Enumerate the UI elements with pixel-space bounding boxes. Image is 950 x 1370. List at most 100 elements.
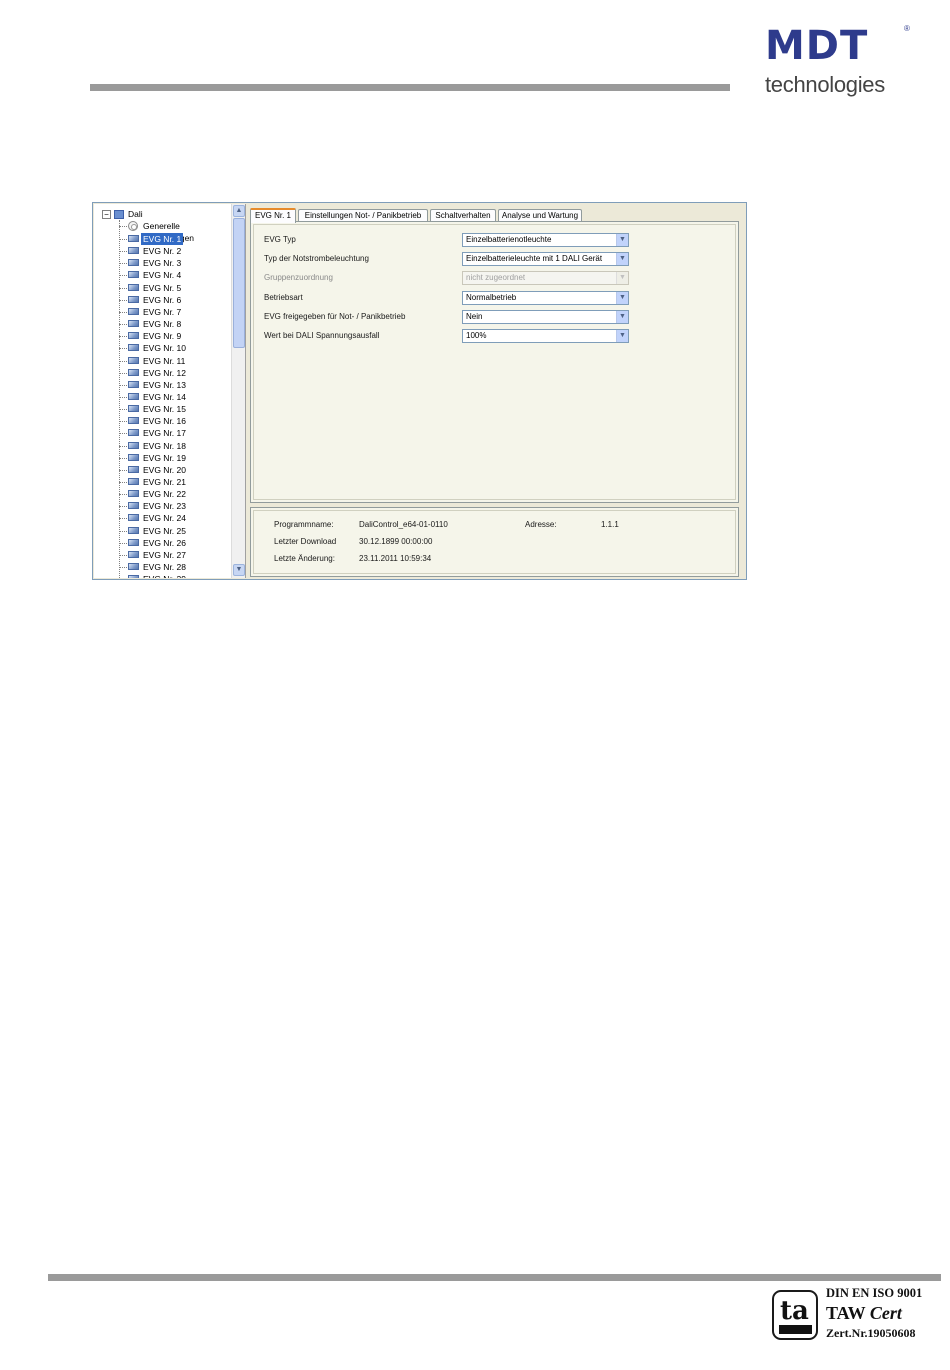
tree-item-evg[interactable]: EVG Nr. 7 [141, 306, 183, 318]
address-value: 1.1.1 [601, 520, 619, 529]
chevron-down-icon[interactable]: ▼ [616, 330, 628, 342]
tree-item-evg[interactable]: EVG Nr. 12 [141, 367, 188, 379]
tree-branch-line [119, 518, 127, 520]
footer-rule [48, 1274, 941, 1281]
tree-branch-line [119, 263, 127, 265]
logo-mark: MDT [765, 23, 869, 69]
tree-item-evg[interactable]: EVG Nr. 17 [141, 427, 188, 439]
tree-item-evg[interactable]: EVG Nr. 19 [141, 452, 188, 464]
tree-item-evg[interactable]: EVG Nr. 4 [141, 269, 183, 281]
tree-branch-line [119, 482, 127, 483]
evg-icon [128, 368, 139, 376]
param-select[interactable]: 100% ▼ [462, 329, 629, 343]
param-label: Typ der Notstrombeleuchtung [264, 254, 369, 264]
tree-item-evg[interactable]: EVG Nr. 21 [141, 476, 188, 488]
tree-item-evg[interactable]: EVG Nr. 29 [141, 573, 188, 578]
tree-item-evg[interactable]: EVG Nr. 1 [141, 233, 184, 245]
tree-item-evg[interactable]: EVG Nr. 25 [141, 525, 188, 537]
param-select[interactable]: Einzelbatterienotleuchte ▼ [462, 233, 629, 247]
param-select-value: Einzelbatterieleuchte mit 1 DALI Gerät [466, 254, 603, 264]
tree-scrollbar[interactable]: ▲ ▼ [231, 204, 245, 578]
logo-subtitle: technologies [765, 72, 885, 97]
tree-item-evg[interactable]: EVG Nr. 2 [141, 245, 183, 257]
tree-item-evg[interactable]: EVG Nr. 15 [141, 403, 188, 415]
evg-icon [128, 405, 139, 413]
chevron-down-icon[interactable]: ▼ [616, 310, 628, 323]
evg-icon [128, 538, 139, 546]
tree-branch-line [119, 542, 127, 544]
tree-item-evg[interactable]: EVG Nr. 24 [141, 512, 188, 524]
evg-icon [128, 332, 139, 340]
last-change-value: 23.11.2011 10:59:34 [359, 554, 432, 563]
tree-item-evg[interactable]: EVG Nr. 8 [141, 318, 183, 330]
evg-icon [128, 344, 139, 352]
tree-branch-line [119, 506, 127, 508]
tree-branch-line [119, 567, 127, 569]
tree-item-evg[interactable]: EVG Nr. 22 [141, 488, 188, 500]
program-name-label: Programmname: [274, 520, 334, 529]
address-label: Adresse: [525, 520, 557, 529]
param-label: EVG Typ [264, 235, 296, 244]
tree-branch-line [119, 421, 127, 423]
device-info-panel: Programmname: DaliControl_e64-01-0110 Ad… [250, 507, 739, 577]
tree-item-evg[interactable]: EVG Nr. 5 [141, 282, 183, 294]
param-select[interactable]: Normalbetrieb ▼ [462, 290, 629, 305]
param-select[interactable]: Nein ▼ [462, 309, 629, 324]
tree-item-evg[interactable]: EVG Nr. 28 [141, 561, 188, 573]
evg-icon [128, 271, 139, 279]
tree-item-evg[interactable]: EVG Nr. 20 [141, 464, 188, 476]
tree-branch-line [119, 311, 127, 313]
param-label: EVG freigegeben für Not- / Panikbetrieb [264, 311, 406, 321]
gear-icon [128, 221, 138, 231]
evg-icon [128, 247, 139, 255]
tree-root-dali[interactable]: Dali [128, 208, 143, 220]
tree-branch-line [119, 275, 127, 277]
tree-item-evg[interactable]: EVG Nr. 10 [141, 342, 188, 354]
cert-number: Zert.Nr.19050608 [826, 1326, 916, 1340]
tree-item-evg[interactable]: EVG Nr. 13 [141, 379, 188, 391]
evg-icon [128, 550, 139, 558]
tree-branch-line [119, 494, 127, 496]
dali-folder-icon [114, 210, 124, 219]
tree-item-evg[interactable]: EVG Nr. 14 [141, 391, 188, 403]
chevron-down-icon[interactable]: ▼ [616, 291, 628, 304]
evg-icon [128, 320, 139, 328]
tree-branch-line [119, 457, 127, 459]
tree-guide-line [119, 220, 120, 578]
tree-item-evg[interactable]: EVG Nr. 23 [141, 500, 188, 512]
tree-branch-line [119, 360, 127, 362]
tree-item-evg[interactable]: EVG Nr. 27 [141, 549, 188, 561]
cert-issuer-cert: Cert [869, 1303, 902, 1323]
param-select-value: 100% [466, 331, 487, 340]
tree-item-evg[interactable]: EVG Nr. 18 [141, 440, 188, 452]
param-select[interactable]: Einzelbatterieleuchte mit 1 DALI Gerät ▼ [462, 252, 629, 267]
scroll-up-icon[interactable]: ▲ [233, 205, 245, 217]
tree-item-evg[interactable]: EVG Nr. 16 [141, 415, 188, 427]
evg-icon [128, 526, 139, 534]
tree-branch-line [119, 226, 127, 227]
scroll-thumb[interactable] [233, 218, 245, 348]
evg-icon [128, 490, 139, 498]
param-select-value: Normalbetrieb [466, 292, 517, 302]
tree-item-evg[interactable]: EVG Nr. 9 [141, 330, 183, 342]
param-select-value: Einzelbatterienotleuchte [466, 235, 552, 244]
tree-item-evg[interactable]: EVG Nr. 6 [141, 294, 183, 306]
evg-icon [128, 502, 139, 510]
tree-item-evg[interactable]: EVG Nr. 3 [141, 257, 183, 269]
tree-item-evg[interactable]: EVG Nr. 26 [141, 537, 188, 549]
parameter-list: EVG Typ Einzelbatterienotleuchte ▼ Typ der … [253, 224, 736, 500]
evg-icon [128, 429, 139, 437]
ets-parameter-window: − Dali Generelle Einstellungen EVG Nr. 1… [92, 202, 747, 580]
tab-0[interactable]: EVG Nr. 1 [250, 208, 296, 223]
tree-branch-line [119, 372, 127, 374]
tree-branch-line [119, 324, 127, 326]
scroll-down-icon[interactable]: ▼ [233, 564, 245, 576]
collapse-icon[interactable]: − [102, 210, 111, 219]
tree-item-evg[interactable]: EVG Nr. 11 [141, 355, 187, 367]
chevron-down-icon[interactable]: ▼ [616, 253, 628, 266]
parameter-panel: EVG Typ Einzelbatterienotleuchte ▼ Typ der … [250, 221, 739, 503]
chevron-down-icon[interactable]: ▼ [616, 234, 628, 246]
tree-branch-line [119, 409, 127, 411]
tree-branch-line [119, 554, 127, 556]
tree-branch-line [119, 445, 127, 447]
